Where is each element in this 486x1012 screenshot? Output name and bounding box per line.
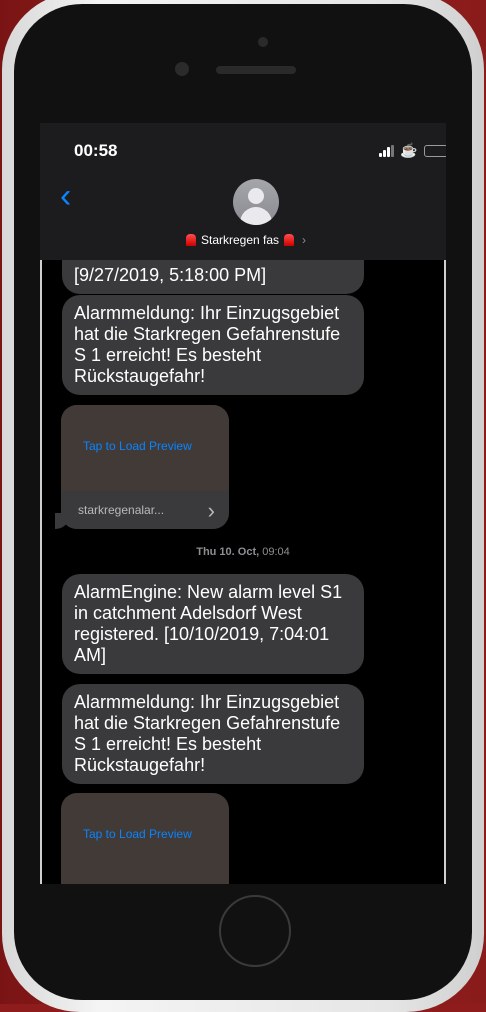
battery-icon <box>424 145 446 157</box>
message-text: [9/27/2019, 5:18:00 PM] <box>74 265 267 285</box>
tap-to-load-preview[interactable]: Tap to Load Preview <box>61 793 229 884</box>
earpiece <box>216 66 296 74</box>
link-preview[interactable]: Tap to Load Preview starkregenalar... › <box>61 405 229 529</box>
contact-name-button[interactable]: Starkregen fas › <box>186 233 306 247</box>
message-bubble[interactable]: Alarmmeldung: Ihr Einzugsgebiet hat die … <box>62 684 364 784</box>
tap-to-load-preview[interactable]: Tap to Load Preview <box>61 405 229 491</box>
link-domain-bar[interactable]: starkregenalar... › <box>61 491 229 529</box>
timestamp: Thu 10. Oct, 09:04 <box>40 546 446 558</box>
siren-icon <box>186 234 196 246</box>
front-camera <box>258 37 268 47</box>
chevron-right-icon: › <box>207 498 215 523</box>
link-preview[interactable]: Tap to Load Preview <box>61 793 229 884</box>
screen: 00:58 ☕ ‹ Starkregen fas › [9/27/2019, 5… <box>40 123 446 884</box>
siren-icon <box>284 234 295 246</box>
timestamp-time: 09:04 <box>262 546 290 558</box>
home-button[interactable] <box>219 895 291 967</box>
message-text: Alarmmeldung: Ihr Einzugsgebiet hat die … <box>74 692 341 775</box>
message-bubble[interactable]: Alarmmeldung: Ihr Einzugsgebiet hat die … <box>62 295 364 395</box>
wifi-icon: ☕ <box>400 142 418 158</box>
back-button[interactable]: ‹ <box>60 179 71 213</box>
message-bubble[interactable]: AlarmEngine: New alarm level S1 in catch… <box>62 574 364 674</box>
message-text: AlarmEngine: New alarm level S1 in catch… <box>74 582 343 665</box>
contact-avatar[interactable] <box>233 179 279 225</box>
link-domain: starkregenalar... <box>78 503 165 517</box>
status-time: 00:58 <box>74 141 118 160</box>
conversation-header: 00:58 ☕ ‹ Starkregen fas › <box>40 123 446 260</box>
contact-name: Starkregen fas <box>201 233 280 247</box>
chevron-right-icon: › <box>302 233 307 247</box>
proximity-sensor <box>175 62 189 76</box>
timestamp-day: Thu 10. Oct, <box>196 546 260 558</box>
message-text: Alarmmeldung: Ihr Einzugsgebiet hat die … <box>74 303 341 386</box>
signal-icon <box>379 145 395 157</box>
